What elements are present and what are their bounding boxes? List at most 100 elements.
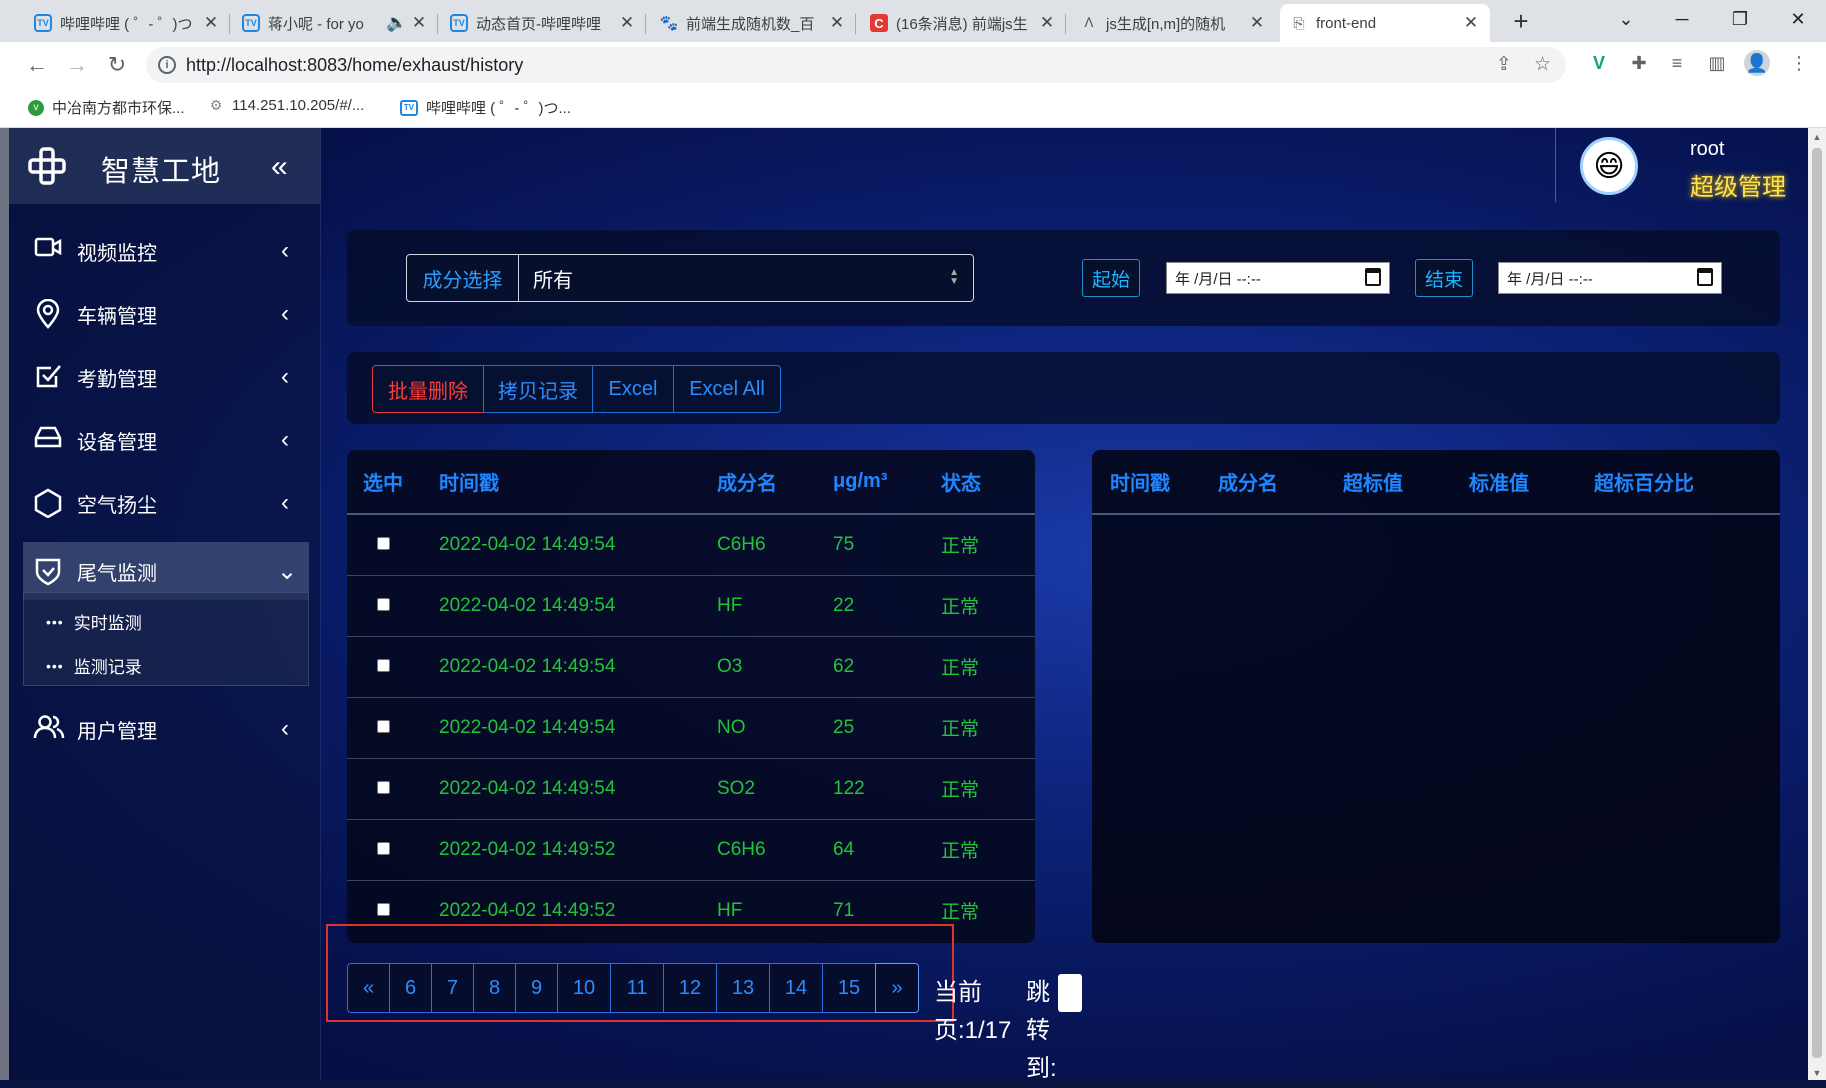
browser-tab[interactable]: C (16条消息) 前端js生 ✕ [860, 4, 1066, 42]
browser-tab[interactable]: TV 蒋小呢 - for yo 🔈 ✕ [232, 4, 438, 42]
excel-button[interactable]: Excel [592, 365, 674, 413]
copy-records-button[interactable]: 拷贝记录 [483, 365, 593, 413]
cell-time: 2022-04-02 14:49:52 [439, 819, 717, 881]
close-tab-icon[interactable]: ✕ [202, 13, 220, 33]
reload-icon[interactable]: ↻ [102, 50, 132, 80]
cell-value: 62 [833, 636, 941, 698]
close-tab-icon[interactable]: ✕ [1248, 13, 1266, 33]
row-checkbox[interactable] [377, 902, 390, 916]
column-header[interactable]: 成分名 [1218, 450, 1343, 515]
minimize-button[interactable]: ─ [1654, 0, 1710, 38]
cell-value: 64 [833, 819, 941, 881]
browser-tab[interactable]: TV 动态首页-哔哩哔哩 ✕ [440, 4, 646, 42]
cell-value: 25 [833, 697, 941, 759]
bilibili-icon: TV [450, 14, 468, 32]
tab-search-icon[interactable]: ⌄ [1598, 0, 1654, 38]
cell-status: 正常 [941, 758, 1035, 820]
page-icon: ⎘ [1293, 14, 1305, 31]
row-checkbox[interactable] [377, 536, 390, 550]
cell-status: 正常 [941, 575, 1035, 637]
chevron-left-icon: ‹ [281, 300, 289, 327]
table-row: 2022-04-02 14:49:54 C6H6 75 正常 [347, 514, 1035, 576]
close-tab-icon[interactable]: ✕ [828, 13, 846, 33]
column-header[interactable]: 状态 [941, 450, 1035, 515]
bilibili-icon: TV [34, 14, 52, 32]
row-checkbox[interactable] [377, 658, 390, 672]
start-datetime-input[interactable]: 年 /月/日 --:-- [1166, 262, 1390, 294]
vue-devtools-icon[interactable]: V [1586, 50, 1612, 76]
scroll-down-icon[interactable]: ▼ [1808, 1068, 1826, 1078]
exceed-panel [1092, 450, 1780, 943]
shield-check-icon [33, 556, 63, 586]
cell-name: C6H6 [717, 514, 833, 576]
cell-time: 2022-04-02 14:49:54 [439, 636, 717, 698]
side-panel-icon[interactable]: ▥ [1704, 50, 1730, 76]
menu-item-attendance[interactable]: 考勤管理 ‹ [9, 348, 321, 406]
column-header[interactable]: 超标值 [1343, 450, 1469, 515]
table-row: 2022-04-02 14:49:54 NO 25 正常 [347, 697, 1035, 759]
column-header[interactable]: 时间戳 [439, 450, 717, 515]
component-select[interactable]: 所有 ▲ ▼ [519, 255, 973, 301]
menu-item-vehicle[interactable]: 车辆管理 ‹ [9, 285, 321, 343]
bookmark-item[interactable]: v 中冶南方都市环保... [28, 97, 185, 118]
column-header[interactable]: 成分名 [717, 450, 833, 515]
back-icon[interactable]: ← [22, 50, 52, 80]
bookmark-star-icon[interactable]: ☆ [1534, 53, 1551, 76]
excel-all-button[interactable]: Excel All [673, 365, 781, 413]
speaker-icon[interactable]: 🔈 [386, 13, 407, 33]
menu-item-users[interactable]: 用户管理 ‹ [9, 700, 321, 758]
url-field[interactable]: i http://localhost:8083/home/exhaust/his… [146, 47, 1566, 83]
bilibili-icon: TV [400, 99, 418, 116]
row-checkbox[interactable] [377, 597, 390, 611]
submenu-item-realtime[interactable]: ••• 实时监测 [46, 609, 142, 634]
column-header[interactable]: μg/m³ [833, 450, 941, 515]
row-checkbox[interactable] [377, 780, 390, 794]
table-row: 2022-04-02 14:49:52 C6H6 64 正常 [347, 819, 1035, 881]
row-checkbox[interactable] [377, 719, 390, 733]
column-header[interactable]: 时间戳 [1092, 450, 1218, 515]
calendar-icon[interactable] [1365, 268, 1381, 286]
avatar[interactable]: 😄 [1580, 137, 1638, 195]
close-tab-icon[interactable]: ✕ [1462, 13, 1480, 33]
menu-item-device[interactable]: 设备管理 ‹ [9, 411, 321, 469]
extensions-puzzle-icon[interactable]: ✚ [1626, 50, 1652, 76]
browser-tab[interactable]: TV 哔哩哔哩 ( ゜- ゜)つ ✕ [24, 4, 230, 42]
close-tab-icon[interactable]: ✕ [618, 13, 636, 33]
cell-time: 2022-04-02 14:49:54 [439, 697, 717, 759]
browser-tab-active[interactable]: ⎘ front-end ✕ [1280, 4, 1490, 42]
dots-icon: ••• [46, 657, 64, 674]
share-icon[interactable]: ⇪ [1496, 53, 1512, 76]
browser-tab[interactable]: 🐾 前端生成随机数_百 ✕ [650, 4, 856, 42]
batch-delete-button[interactable]: 批量删除 [372, 365, 484, 413]
scroll-up-icon[interactable]: ▲ [1808, 132, 1826, 142]
media-playlist-icon[interactable]: ≡ [1664, 50, 1690, 76]
menu-kebab-icon[interactable]: ⋮ [1786, 50, 1812, 76]
column-header[interactable]: 超标百分比 [1594, 450, 1780, 515]
bookmark-item[interactable]: TV 哔哩哔哩 ( ゜- ゜)つ... [400, 97, 571, 118]
close-tab-icon[interactable]: ✕ [1038, 13, 1056, 33]
bookmark-item[interactable]: ⚙ 114.251.10.205/#/... [208, 97, 365, 114]
new-tab-button[interactable]: + [1505, 6, 1537, 38]
column-header[interactable]: 标准值 [1469, 450, 1594, 515]
close-window-button[interactable]: ✕ [1770, 0, 1826, 38]
jump-page-input[interactable] [1058, 974, 1082, 1012]
chevron-left-icon: ‹ [281, 237, 289, 264]
info-icon[interactable]: i [158, 56, 176, 74]
page-scrollbar[interactable]: ▲ ▼ [1808, 128, 1826, 1080]
column-header: 选中 [347, 450, 439, 515]
end-datetime-input[interactable]: 年 /月/日 --:-- [1498, 262, 1722, 294]
profile-icon[interactable]: 👤 [1744, 50, 1770, 76]
checkbox-icon [33, 362, 63, 392]
calendar-icon[interactable] [1697, 268, 1713, 286]
restore-button[interactable]: ❐ [1712, 0, 1768, 38]
menu-item-video[interactable]: 视频监控 ‹ [9, 222, 321, 280]
browser-tab[interactable]: ᐱ js生成[n,m]的随机 ✕ [1070, 4, 1276, 42]
submenu-item-records[interactable]: ••• 监测记录 [46, 653, 142, 678]
collapse-sidebar-icon[interactable]: « [271, 150, 288, 184]
forward-icon[interactable]: → [62, 50, 92, 80]
scrollbar-thumb[interactable] [1812, 148, 1822, 1058]
current-page-text: 当前页:1/17 [934, 979, 1012, 1044]
menu-item-air[interactable]: 空气扬尘 ‹ [9, 474, 321, 532]
close-tab-icon[interactable]: ✕ [410, 13, 428, 33]
row-checkbox[interactable] [377, 841, 390, 855]
